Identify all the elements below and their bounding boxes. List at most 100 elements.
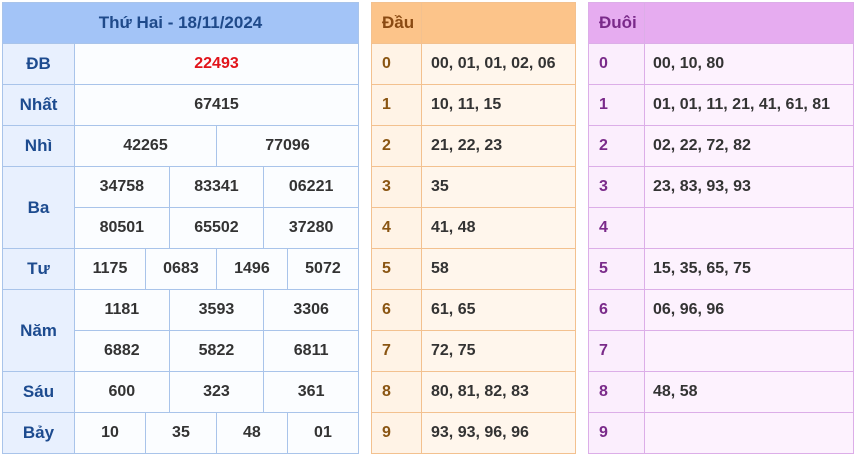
- prize-label: Ba: [2, 166, 75, 249]
- prize-number: 48: [215, 412, 288, 454]
- head-numbers: 00, 01, 01, 02, 06: [421, 43, 576, 85]
- prize-number: 06221: [263, 166, 359, 208]
- prize-number: 83341: [168, 166, 265, 208]
- head-key: 5: [371, 248, 422, 290]
- tail-row: 8 48, 58: [588, 371, 854, 413]
- tail-numbers: [644, 207, 854, 249]
- tail-row: 1 01, 01, 11, 21, 41, 61, 81: [588, 84, 854, 126]
- tail-key: 3: [588, 166, 645, 208]
- tail-key: 0: [588, 43, 645, 85]
- head-key: 0: [371, 43, 422, 85]
- head-key: 9: [371, 412, 422, 454]
- tail-row: 4: [588, 207, 854, 249]
- tail-numbers: 02, 22, 72, 82: [644, 125, 854, 167]
- head-numbers: 35: [421, 166, 576, 208]
- head-row: 1 10, 11, 15: [371, 84, 576, 126]
- prize-number: 10: [74, 412, 146, 454]
- title-row: Thứ Hai - 18/11/2024: [2, 2, 359, 44]
- head-numbers: 41, 48: [421, 207, 576, 249]
- prize-row-seventh: Bảy 10 35 48 01: [2, 412, 360, 454]
- prize-label: Bảy: [2, 412, 75, 454]
- prize-number: 77096: [215, 125, 360, 167]
- head-row: 0 00, 01, 01, 02, 06: [371, 43, 576, 85]
- head-key: 7: [371, 330, 422, 372]
- tail-key: 2: [588, 125, 645, 167]
- tail-row: 5 15, 35, 65, 75: [588, 248, 854, 290]
- prize-label: Nhất: [2, 84, 75, 126]
- prize-number: 3306: [263, 289, 359, 331]
- prize-label: ĐB: [2, 43, 75, 85]
- prize-number: 1496: [215, 248, 288, 290]
- prize-row-fifth: Năm 1181 3593 3306: [2, 289, 359, 372]
- tail-row: 7: [588, 330, 854, 372]
- prize-number: 37280: [263, 207, 359, 249]
- prize-number: 65502: [168, 207, 265, 249]
- prize-label: Sáu: [2, 371, 75, 413]
- head-numbers: 61, 65: [421, 289, 576, 331]
- head-key: 1: [371, 84, 422, 126]
- head-key: 2: [371, 125, 422, 167]
- tail-row: 2 02, 22, 72, 82: [588, 125, 854, 167]
- tail-key: 7: [588, 330, 645, 372]
- prize-number: 6882: [74, 330, 170, 372]
- head-header-blank: [421, 2, 576, 44]
- tail-numbers: 48, 58: [644, 371, 854, 413]
- prize-row-first: Nhất 67415: [2, 84, 359, 126]
- tail-row: 0 00, 10, 80: [588, 43, 854, 85]
- tail-key: 8: [588, 371, 645, 413]
- tail-key: 1: [588, 84, 645, 126]
- prize-number: 361: [263, 371, 359, 413]
- tail-numbers: 01, 01, 11, 21, 41, 61, 81: [644, 84, 854, 126]
- prize-number: 6811: [263, 330, 359, 372]
- tail-numbers: 23, 83, 93, 93: [644, 166, 854, 208]
- prize-number: 0683: [144, 248, 217, 290]
- head-title: Đầu: [371, 2, 422, 44]
- tail-header-blank: [644, 2, 854, 44]
- draw-date-title: Thứ Hai - 18/11/2024: [2, 2, 359, 44]
- head-key: 3: [371, 166, 422, 208]
- head-row: 8 80, 81, 82, 83: [371, 371, 576, 413]
- prize-number: 600: [74, 371, 170, 413]
- tail-numbers: 00, 10, 80: [644, 43, 854, 85]
- tail-row: 3 23, 83, 93, 93: [588, 166, 854, 208]
- prize-number: 42265: [74, 125, 217, 167]
- head-numbers: 72, 75: [421, 330, 576, 372]
- prize-number: 5072: [286, 248, 360, 290]
- prize-number: 1181: [74, 289, 170, 331]
- head-digit-table: Đầu 0 00, 01, 01, 02, 06 1 10, 11, 15 2 21,…: [371, 2, 576, 454]
- prize-label: Nhì: [2, 125, 75, 167]
- prize-number: 1175: [74, 248, 146, 290]
- tail-digit-table: Đuôi 0 00, 10, 80 1 01, 01, 11, 21, 41, 61…: [588, 2, 854, 454]
- prize-number: 34758: [74, 166, 170, 208]
- prize-number: 323: [168, 371, 265, 413]
- prize-number: 3593: [168, 289, 265, 331]
- prize-number: 67415: [74, 84, 359, 126]
- tail-key: 6: [588, 289, 645, 331]
- tail-header-row: Đuôi: [588, 2, 854, 44]
- prize-number: 5822: [168, 330, 265, 372]
- head-key: 4: [371, 207, 422, 249]
- tail-numbers: 15, 35, 65, 75: [644, 248, 854, 290]
- tail-key: 5: [588, 248, 645, 290]
- tail-row: 6 06, 96, 96: [588, 289, 854, 331]
- head-row: 3 35: [371, 166, 576, 208]
- head-key: 8: [371, 371, 422, 413]
- head-row: 5 58: [371, 248, 576, 290]
- tail-key: 9: [588, 412, 645, 454]
- prize-label: Tư: [2, 248, 75, 290]
- tail-numbers: 06, 96, 96: [644, 289, 854, 331]
- head-numbers: 93, 93, 96, 96: [421, 412, 576, 454]
- head-numbers: 80, 81, 82, 83: [421, 371, 576, 413]
- head-row: 9 93, 93, 96, 96: [371, 412, 576, 454]
- prize-number: 01: [286, 412, 360, 454]
- tail-numbers: [644, 412, 854, 454]
- head-key: 6: [371, 289, 422, 331]
- tail-key: 4: [588, 207, 645, 249]
- head-row: 6 61, 65: [371, 289, 576, 331]
- prize-row-second: Nhì 42265 77096: [2, 125, 360, 167]
- tail-row: 9: [588, 412, 854, 454]
- head-header-row: Đầu: [371, 2, 576, 44]
- tail-numbers: [644, 330, 854, 372]
- head-numbers: 58: [421, 248, 576, 290]
- prize-number: 35: [144, 412, 217, 454]
